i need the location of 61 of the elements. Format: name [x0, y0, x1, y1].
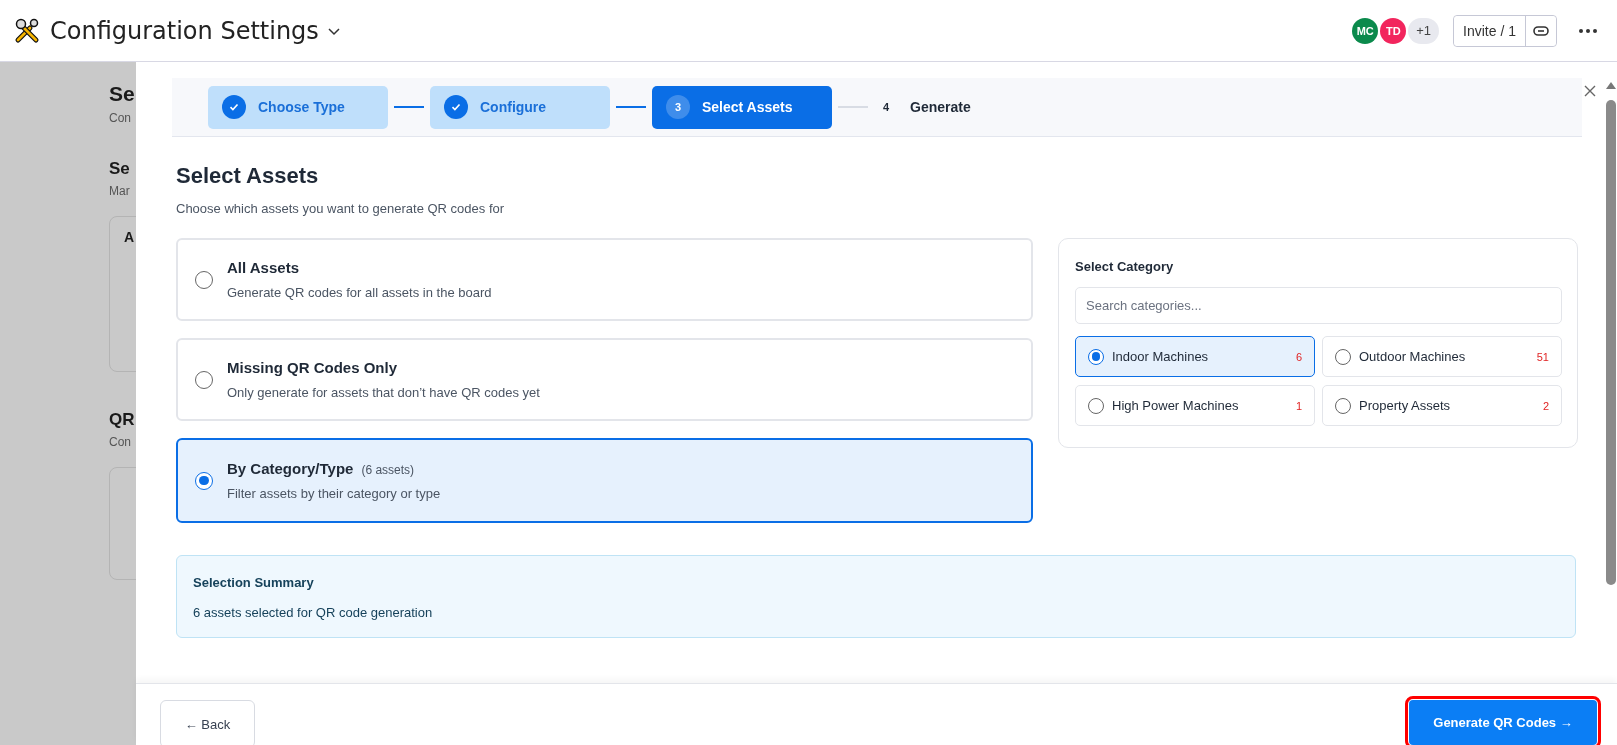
more-icon — [1579, 28, 1597, 33]
option-description: Filter assets by their category or type — [227, 486, 441, 501]
user-avatar[interactable]: TD — [1380, 17, 1407, 44]
category-option[interactable]: Outdoor Machines 51 — [1322, 336, 1562, 377]
category-count: 1 — [1295, 399, 1302, 412]
radio-button[interactable] — [1088, 348, 1104, 365]
background-title: Se — [109, 82, 135, 106]
back-button[interactable]: ← Back — [160, 700, 255, 745]
more-users-badge[interactable]: +1 — [1408, 17, 1440, 44]
background-card-label: A — [124, 229, 136, 245]
wizard-step[interactable]: Choose Type — [208, 85, 388, 129]
radio-button[interactable] — [1335, 348, 1351, 365]
section-heading: Select Assets — [176, 163, 320, 189]
background-section-subtitle: Con — [109, 435, 131, 449]
background-section-title: QR — [109, 410, 135, 430]
panel-title: Select Category — [1075, 259, 1175, 274]
close-icon — [1583, 84, 1597, 98]
option-title: By Category/Type — [227, 460, 354, 477]
category-option[interactable]: High Power Machines 1 — [1075, 385, 1315, 426]
category-name: Outdoor Machines — [1359, 349, 1467, 364]
link-icon — [1533, 25, 1549, 36]
radio-button[interactable] — [195, 370, 213, 389]
page-title: Configuration Settings — [50, 16, 319, 45]
radio-button[interactable] — [1335, 397, 1351, 414]
category-count: 6 — [1295, 350, 1302, 363]
background-subtitle: Con — [109, 111, 131, 125]
user-avatar[interactable]: MC — [1352, 17, 1379, 44]
background-section-title: Se — [109, 159, 130, 179]
check-icon — [450, 101, 462, 113]
asset-option-card[interactable]: By Category/Type (6 assets) Filter assets by their category or type — [176, 438, 1033, 523]
option-title: All Assets — [227, 259, 299, 276]
radio-button[interactable] — [195, 471, 213, 490]
option-description: Generate QR codes for all assets in the board — [227, 285, 492, 300]
tools-icon — [14, 17, 40, 44]
section-description: Choose which assets you want to generate QR codes for — [176, 201, 506, 216]
asset-option-card[interactable]: All Assets Generate QR codes for all assets in the board — [176, 238, 1033, 321]
category-name: High Power Machines — [1112, 398, 1240, 413]
category-name: Indoor Machines — [1112, 349, 1210, 364]
category-count: 2 — [1542, 399, 1549, 412]
radio-button[interactable] — [195, 270, 213, 289]
wizard-step[interactable]: 4 Generate — [874, 85, 971, 129]
asset-option-card[interactable]: Missing QR Codes Only Only generate for assets that don’t have QR codes yet — [176, 338, 1033, 421]
invite-button[interactable]: Invite / 1 — [1454, 15, 1526, 46]
step-number: 4 — [882, 101, 890, 113]
category-count: 51 — [1536, 350, 1549, 363]
step-number: 3 — [674, 101, 682, 113]
wizard-step[interactable]: Configure — [430, 85, 610, 129]
option-description: Only generate for assets that don’t have QR codes yet — [227, 385, 540, 400]
radio-button[interactable] — [1088, 397, 1104, 414]
wizard-step[interactable]: 3 Select Assets — [652, 85, 832, 129]
summary-title: Selection Summary — [193, 575, 315, 590]
summary-text: 6 assets selected for QR code generation — [193, 605, 434, 620]
category-option[interactable]: Property Assets 2 — [1322, 385, 1562, 426]
asset-count: (6 assets) — [361, 463, 415, 477]
option-title: Missing QR Codes Only — [227, 359, 398, 376]
category-name: Property Assets — [1359, 398, 1452, 413]
check-icon — [228, 101, 240, 113]
chevron-down-icon[interactable] — [326, 25, 341, 36]
search-field[interactable]: Search categories... — [1075, 287, 1562, 324]
background-section-subtitle: Mar — [109, 184, 130, 198]
category-option[interactable]: Indoor Machines 6 — [1075, 336, 1315, 377]
